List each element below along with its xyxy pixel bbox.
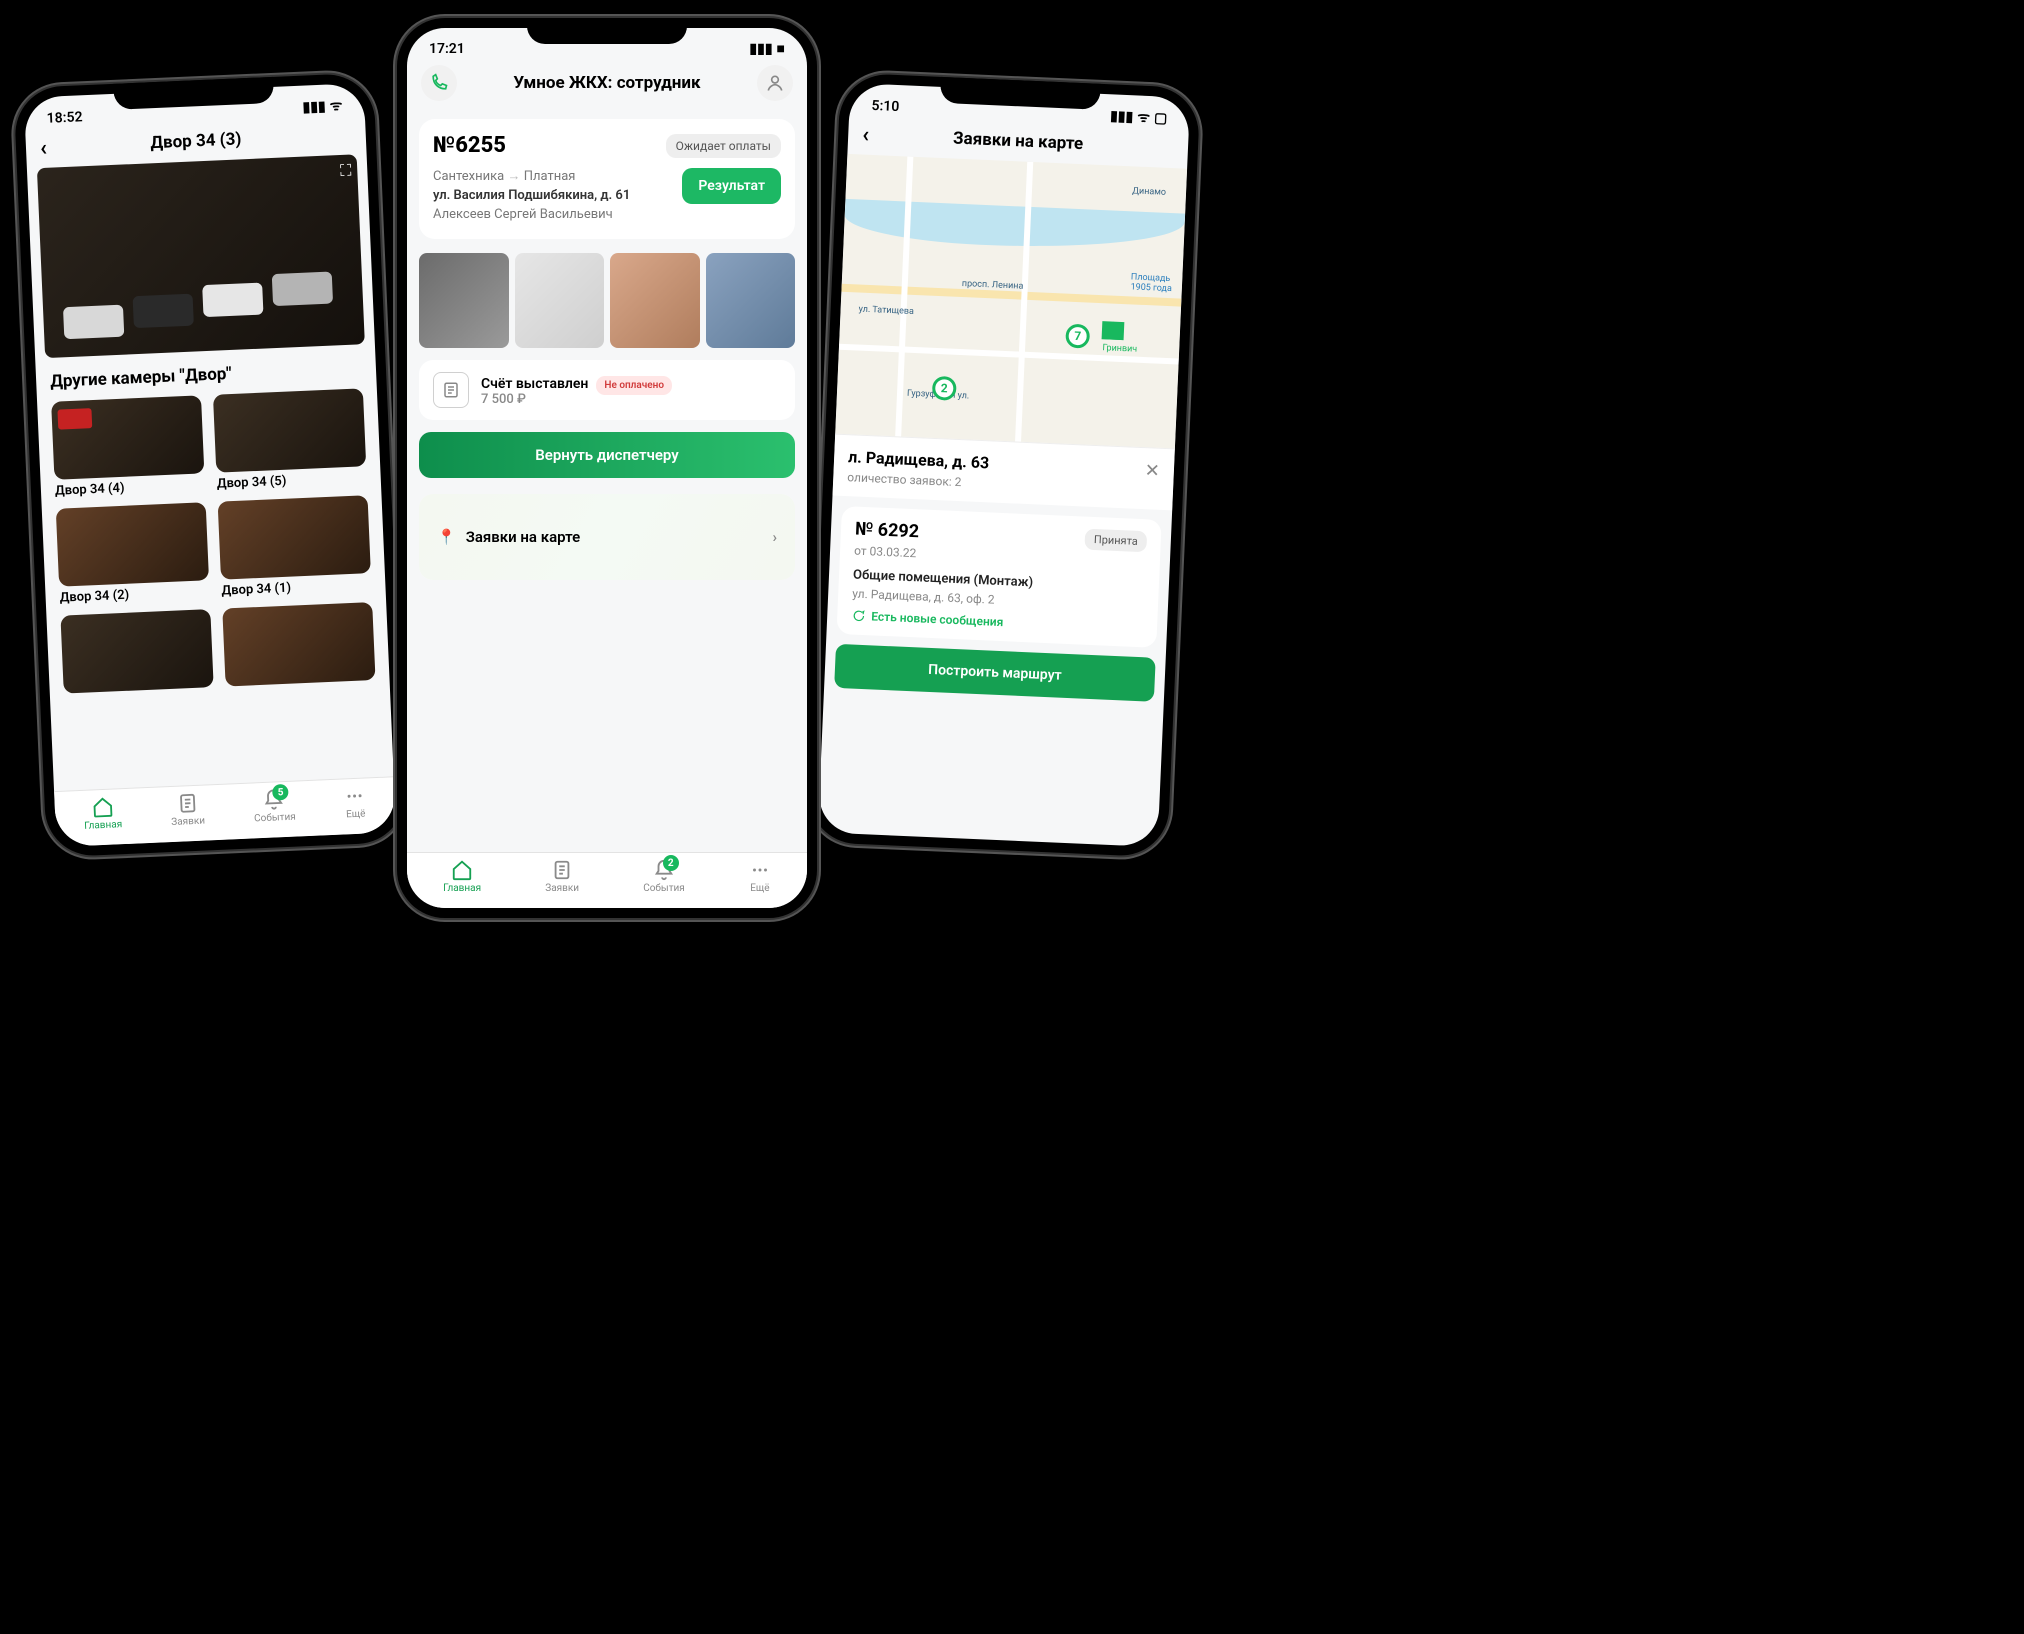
tab-requests[interactable]: Заявки [170, 792, 205, 828]
home-icon [91, 796, 114, 819]
status-time: 18:52 [46, 109, 82, 127]
invoice-icon [433, 372, 469, 408]
status-time: 5:10 [871, 97, 899, 114]
tab-events[interactable]: 5 События [253, 788, 296, 825]
pin-icon: 📍 [437, 528, 456, 546]
phone-center: 17:21 ▮▮▮■ Умное ЖКХ: сотрудник №6255 Ож… [397, 18, 817, 918]
camera-thumb[interactable] [222, 602, 375, 686]
fullscreen-icon[interactable]: ⛶ [340, 161, 352, 181]
tab-label: Ещё [346, 809, 366, 821]
photo-thumb[interactable] [419, 253, 509, 348]
phone-left: 18:52 ▮▮▮ᯤ ‹ Двор 34 (3) ⛶ Другие камеры… [13, 73, 406, 858]
tab-home[interactable]: Главная [443, 859, 481, 894]
tab-bar: Главная Заявки 5 События Ещё [54, 776, 396, 847]
tab-more[interactable]: Ещё [344, 785, 368, 821]
camera-main-view[interactable]: ⛶ [37, 154, 365, 358]
status-icons: ▮▮▮ᯤ▢ [1106, 106, 1168, 128]
map-current-location-icon [1102, 321, 1125, 340]
close-icon[interactable]: ✕ [1144, 460, 1160, 482]
camera-thumb[interactable]: Двор 34 (4) [51, 395, 205, 498]
camera-section-title: Другие камеры "Двор" [50, 358, 363, 392]
tab-label: Заявки [171, 816, 205, 828]
request-number: № 6292 [855, 519, 920, 543]
camera-label: Двор 34 (5) [217, 470, 368, 492]
tab-label: Главная [443, 883, 481, 894]
dots-icon [749, 859, 771, 881]
status-icons: ▮▮▮ᯤ [298, 96, 343, 117]
request-person: Алексеев Сергей Васильевич [433, 206, 630, 225]
invoice-badge: Не оплачено [596, 376, 672, 395]
photo-thumb[interactable] [515, 253, 605, 348]
tab-label: Ещё [750, 883, 769, 894]
map-label: 1905 года [1130, 282, 1172, 294]
return-dispatcher-button[interactable]: Вернуть диспетчеру [419, 432, 795, 478]
document-icon [551, 859, 573, 881]
map-label: Гринвич [1102, 343, 1137, 355]
request-category: Сантехника [433, 169, 504, 184]
request-paytype: Платная [524, 169, 576, 184]
invoice-title: Счёт выставлен [481, 376, 588, 392]
map-view[interactable]: Динамо Площадь 1905 года Гринвич просп. … [835, 154, 1187, 449]
status-bar: 17:21 ▮▮▮■ [407, 28, 807, 61]
map-label: ул. Татищева [858, 305, 914, 317]
address-subtitle: оличество заявок: 2 [847, 470, 989, 490]
result-button[interactable]: Результат [682, 168, 781, 204]
request-card[interactable]: № 6292 Принята от 03.03.22 Общие помещен… [836, 506, 1161, 648]
camera-label: Двор 34 (1) [221, 577, 372, 599]
user-icon [765, 73, 785, 93]
dots-icon [344, 785, 367, 808]
map-link-label: Заявки на карте [466, 528, 581, 546]
tab-label: Заявки [545, 883, 579, 894]
request-card: №6255 Ожидает оплаты Сантехника → Платна… [419, 119, 795, 239]
status-chip: Ожидает оплаты [666, 134, 781, 158]
status-chip: Принята [1084, 529, 1147, 553]
tab-bar: Главная Заявки 2 События Ещё [407, 852, 807, 908]
address-title: л. Радищева, д. 63 [848, 447, 990, 472]
badge: 5 [272, 784, 289, 801]
back-icon[interactable]: ‹ [39, 135, 47, 160]
photo-thumb[interactable] [610, 253, 700, 348]
chat-icon [851, 608, 866, 623]
camera-thumb[interactable]: Двор 34 (5) [213, 388, 367, 491]
badge: 2 [663, 855, 679, 871]
tab-label: Главная [84, 819, 122, 832]
request-number: №6255 [433, 133, 506, 158]
tab-more[interactable]: Ещё [749, 859, 771, 894]
camera-label: Двор 34 (2) [59, 584, 210, 606]
camera-label: Двор 34 (4) [55, 477, 206, 499]
request-address: ул. Василия Подшибякина, д. 61 [433, 187, 630, 206]
profile-button[interactable] [757, 65, 793, 101]
tab-home[interactable]: Главная [83, 795, 123, 832]
build-route-button[interactable]: Построить маршрут [834, 644, 1156, 702]
photo-thumb[interactable] [706, 253, 796, 348]
camera-thumb[interactable]: Двор 34 (1) [218, 495, 372, 598]
page-title: Заявки на карте [953, 128, 1084, 154]
page-title: Двор 34 (3) [150, 129, 242, 153]
tab-label: События [254, 812, 296, 825]
phone-icon [429, 73, 449, 93]
app-title: Умное ЖКХ: сотрудник [513, 73, 700, 93]
phone-right: 5:10 ▮▮▮ᯤ▢ ‹ Заявки на карте Динамо Площ… [807, 73, 1200, 858]
call-button[interactable] [421, 65, 457, 101]
tab-requests[interactable]: Заявки [545, 859, 579, 894]
photo-strip [419, 253, 795, 348]
map-marker[interactable]: 7 [1065, 324, 1090, 349]
invoice-card[interactable]: Счёт выставленНе оплачено 7 500 ₽ [419, 360, 795, 420]
back-icon[interactable]: ‹ [862, 122, 870, 147]
status-time: 17:21 [429, 41, 465, 57]
status-icons: ▮▮▮■ [745, 40, 785, 57]
map-label: Динамо [1132, 186, 1166, 197]
map-link-card[interactable]: 📍 Заявки на карте › [419, 494, 795, 580]
camera-thumb[interactable] [60, 609, 213, 693]
chevron-right-icon: › [772, 528, 777, 546]
home-icon [451, 859, 473, 881]
tab-label: События [643, 883, 685, 894]
camera-thumb[interactable]: Двор 34 (2) [56, 502, 210, 605]
new-messages[interactable]: Есть новые сообщения [851, 608, 1143, 635]
tab-events[interactable]: 2 События [643, 859, 685, 894]
document-icon [176, 792, 199, 815]
